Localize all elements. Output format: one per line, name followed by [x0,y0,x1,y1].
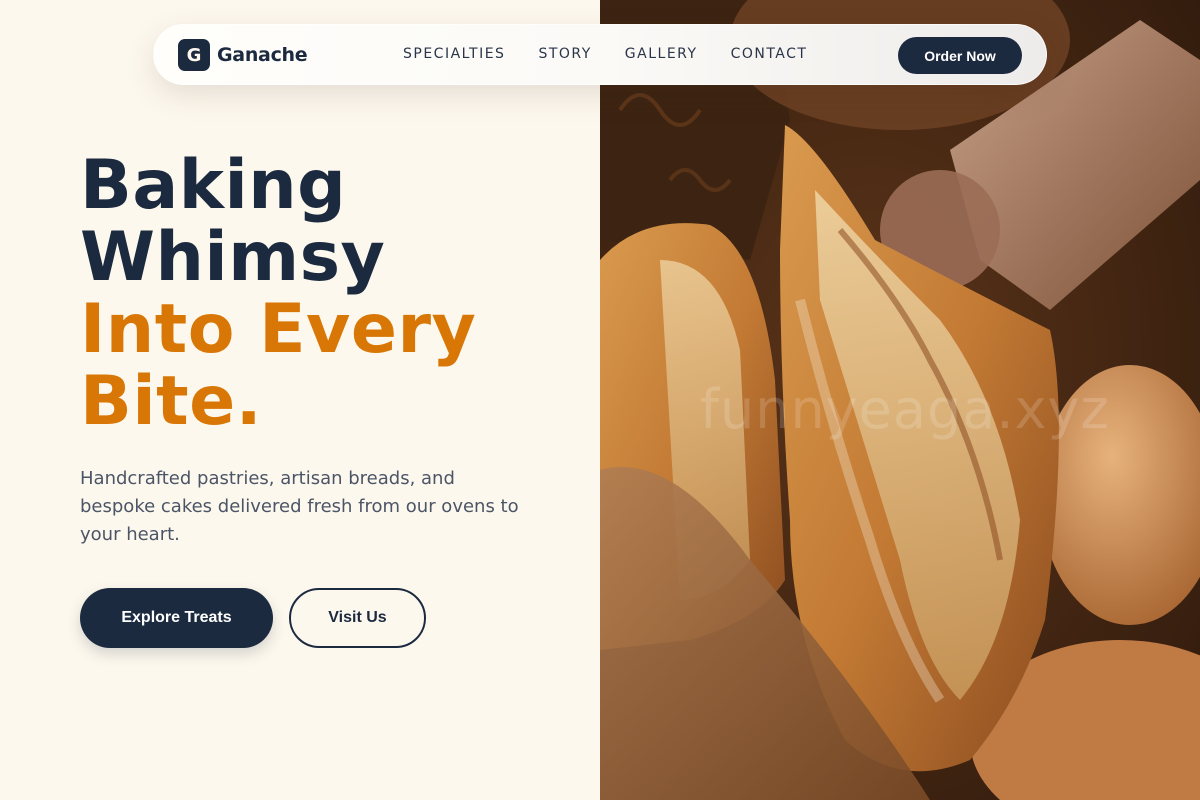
brand-name: Ganache [217,44,308,66]
headline-line-2: Whimsy [80,218,386,297]
hero-section: Baking Whimsy Into Every Bite. Handcraft… [80,150,580,549]
hero-description: Handcrafted pastries, artisan breads, an… [80,468,519,545]
headline-line-3: Into Every [80,290,477,369]
nav-link-specialties[interactable]: SPECIALTIES [403,46,505,62]
watermark-text: funnyeaga.xyz [700,378,1110,441]
hero-headline: Baking Whimsy Into Every Bite. [80,150,580,438]
nav-link-story[interactable]: STORY [538,46,591,62]
brand-logo[interactable]: G Ganache [178,39,308,71]
headline-line-1: Baking [80,146,347,225]
hero-actions: Explore Treats Visit Us [80,588,426,648]
logo-icon: G [178,39,210,71]
nav-link-gallery[interactable]: GALLERY [625,46,698,62]
explore-treats-button[interactable]: Explore Treats [80,588,273,648]
top-navbar: G Ganache SPECIALTIES STORY GALLERY CONT… [153,24,1047,85]
headline-line-4: Bite. [80,362,263,441]
visit-us-button[interactable]: Visit Us [289,588,426,648]
nav-links: SPECIALTIES STORY GALLERY CONTACT [403,46,840,62]
order-now-button[interactable]: Order Now [898,37,1022,74]
nav-link-contact[interactable]: CONTACT [731,46,808,62]
